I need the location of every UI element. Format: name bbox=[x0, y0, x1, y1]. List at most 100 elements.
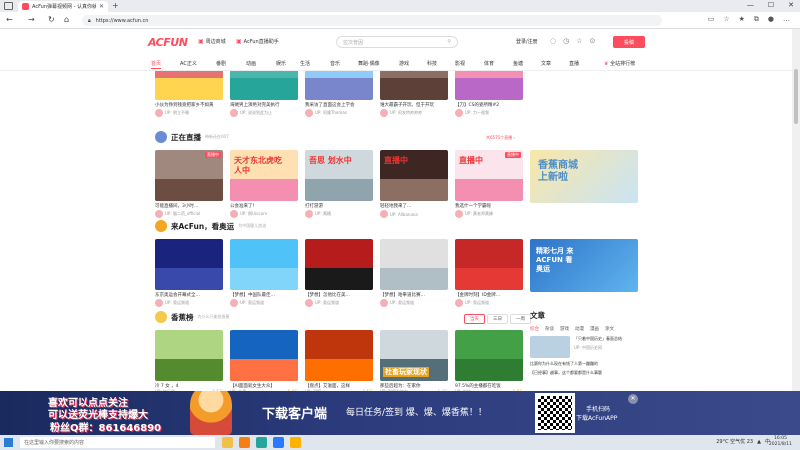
video-title[interactable]: 公会准来了！ bbox=[230, 203, 298, 209]
tab-three-days[interactable]: 三日 bbox=[487, 314, 508, 324]
collections-icon[interactable]: ⧉ bbox=[754, 15, 759, 24]
category-tab[interactable]: 科技 bbox=[427, 60, 437, 67]
category-tab[interactable]: 舞蹈·偶像 bbox=[358, 60, 380, 67]
shop-link[interactable]: ▣ 周边商城 bbox=[198, 38, 226, 45]
acfun-logo[interactable]: ACFUN bbox=[148, 36, 188, 49]
maximize-button[interactable]: ☐ bbox=[768, 1, 774, 9]
taskbar-search[interactable]: 在这里输入你要搜索的内容 bbox=[20, 437, 215, 448]
category-tab[interactable]: 体育 bbox=[484, 60, 494, 67]
olympic-card[interactable]: 【梦想】跆拳道比赛… UP: 奥运频道 bbox=[380, 239, 448, 307]
close-banner-icon[interactable]: ✕ bbox=[628, 394, 638, 404]
video-title[interactable]: 东京奥运会开幕式全… bbox=[155, 292, 223, 298]
history-icon[interactable]: ◷ bbox=[563, 37, 569, 45]
category-tab[interactable]: 影视 bbox=[455, 60, 465, 67]
ranking-card[interactable]: 【AI面面就女生大众】UP: 木漫6.4万 bbox=[230, 330, 298, 391]
minimize-button[interactable]: — bbox=[747, 1, 754, 9]
video-title[interactable]: 小伙为挣到钱竟把家乡不如黄 bbox=[155, 102, 223, 108]
olympic-card[interactable]: 【金牌时刻】ID金牌… UP: 奥运频道 bbox=[455, 239, 523, 307]
category-tab[interactable]: 鱼塘 bbox=[513, 60, 523, 67]
video-card[interactable]: 谁大最霸子开玩、但于开玩 UP: 阿发特帅帅帅 bbox=[380, 71, 448, 117]
more-icon[interactable]: … bbox=[783, 15, 790, 24]
live-card[interactable]: 直播中 轻轻地我来了… UP: Allbanana bbox=[380, 150, 448, 218]
uploader[interactable]: UP: 黄老师黄蜂 bbox=[455, 210, 523, 218]
mall-banner[interactable]: 香蕉商城 上新啦 bbox=[530, 150, 638, 203]
category-tab[interactable]: AC正义 bbox=[180, 60, 197, 67]
clock[interactable]: 16:05 2021/8/11 bbox=[769, 436, 792, 448]
refresh-icon[interactable]: ↻ bbox=[48, 15, 55, 24]
category-tab[interactable]: 文章 bbox=[541, 60, 551, 67]
uploader[interactable]: UP: 奥运频道 bbox=[380, 299, 448, 307]
article-tab[interactable]: 游戏 bbox=[560, 326, 569, 332]
uploader[interactable]: UP: 阿隆Thomas bbox=[305, 109, 373, 117]
uploader[interactable]: UP: 奥运频道 bbox=[155, 299, 223, 307]
uploader[interactable]: UP: 猫二药_official bbox=[155, 210, 223, 218]
reader-icon[interactable]: ▭ bbox=[708, 15, 715, 24]
login-link[interactable]: 登录/注册 bbox=[516, 38, 538, 45]
video-title[interactable]: 【刀】CS的姿所精#2 bbox=[455, 102, 523, 108]
message-icon[interactable]: ◌ bbox=[550, 37, 556, 45]
article-tab[interactable]: 综合 bbox=[530, 326, 539, 332]
ranking-card[interactable]: 社畜玩家现状那些后超为：在家你UP: 观察有能力1.2万 bbox=[380, 330, 448, 391]
tab-week[interactable]: 一周 bbox=[510, 314, 531, 324]
video-title[interactable]: 海贼男上演绝对完美执行 bbox=[230, 102, 298, 108]
video-card[interactable]: 【刀】CS的姿所精#2 UP: 力一视频 bbox=[455, 71, 523, 117]
ranking-card[interactable]: 冷 7 女 ，4UP: 快乐的6.5万 bbox=[155, 330, 223, 391]
search-icon[interactable]: ⚲ bbox=[447, 39, 451, 45]
favorite-star-icon[interactable]: ☆ bbox=[723, 15, 729, 24]
favorites-icon[interactable]: ★ bbox=[739, 15, 745, 24]
video-card[interactable]: 小伙为挣到钱竟把家乡不如黄 UP: 倒立不睡 bbox=[155, 71, 223, 117]
live-card[interactable]: 天才东北虎吃人中 公会准来了！ UP: 倒Unicorn bbox=[230, 150, 298, 218]
category-tab[interactable]: 直播 bbox=[569, 60, 579, 67]
category-tab[interactable]: 娱乐 bbox=[276, 60, 286, 67]
uploader[interactable]: UP: 倒立不睡 bbox=[155, 109, 223, 117]
article-featured[interactable]: 「只着中国历史」春面总结 UP: 中国历史网 bbox=[530, 336, 640, 358]
edge-icon[interactable] bbox=[273, 437, 284, 448]
network-icon[interactable]: ▲ bbox=[757, 439, 761, 445]
video-title[interactable]: 【梦想】跆拳道比赛… bbox=[380, 292, 448, 298]
back-icon[interactable]: ← bbox=[6, 15, 13, 24]
olympic-banner[interactable]: 精彩七月 来ACFUN 看奥运 bbox=[530, 239, 638, 292]
windows-start-icon[interactable] bbox=[4, 438, 13, 447]
video-title[interactable]: 可能直播间，3小时… bbox=[155, 203, 223, 209]
article-tab[interactable]: 动漫 bbox=[575, 326, 584, 332]
post-button[interactable]: 投稿 bbox=[613, 36, 645, 48]
olympic-card[interactable]: 【梦想】怎他比在美… UP: 奥运频道 bbox=[305, 239, 373, 307]
home-icon[interactable]: ⌂ bbox=[64, 15, 69, 24]
ranking-card[interactable]: 97.5%的主播都在吃饭UP: 别纳1.0万 bbox=[455, 330, 523, 391]
close-tab-icon[interactable]: ✕ bbox=[99, 3, 104, 10]
upload-icon[interactable]: ⊙ bbox=[590, 37, 596, 45]
live-more-link[interactable]: 共6575个直播 › bbox=[486, 135, 515, 141]
browser-tab[interactable]: AcFun弹幕视频网 - 认真你就输啦 ✕ bbox=[18, 1, 108, 12]
forward-icon[interactable]: → bbox=[28, 15, 35, 24]
video-title[interactable]: 谁大最霸子开玩、但于开玩 bbox=[380, 102, 448, 108]
video-title[interactable]: 【梦想】怎他比在美… bbox=[305, 292, 373, 298]
page-scrollbar[interactable] bbox=[792, 29, 800, 391]
uploader[interactable]: UP: 倒Unicorn bbox=[230, 210, 298, 218]
tab-today[interactable]: 当天 bbox=[464, 314, 485, 324]
file-explorer-icon[interactable] bbox=[222, 437, 233, 448]
uploader[interactable]: UP: 说说到此为止 bbox=[230, 109, 298, 117]
category-tab[interactable]: 动画 bbox=[246, 60, 256, 67]
article-line[interactable]: 【已经事】越事，这个都要都是什么事题 bbox=[530, 370, 640, 376]
live-card[interactable]: 直播中 直播中 我选什一个学霸呢 UP: 黄老师黄蜂 bbox=[455, 150, 523, 218]
category-tab[interactable]: 首页 bbox=[151, 60, 162, 69]
uploader[interactable]: UP: 奥运频道 bbox=[305, 299, 373, 307]
live-card[interactable]: 直播中 可能直播间，3小时… UP: 猫二药_official bbox=[155, 150, 223, 218]
download-client-title[interactable]: 下载客户端 bbox=[262, 403, 327, 422]
new-tab-icon[interactable]: + bbox=[112, 1, 119, 10]
ranking-card[interactable]: 【盘点】艾滋面，这样UP: 灵狐1.5万 bbox=[305, 330, 373, 391]
article-line[interactable]: 比赛你为什么现在有钱了人第一蹦蹦的 bbox=[530, 361, 640, 367]
tab-actions-icon[interactable] bbox=[4, 2, 13, 10]
category-tab[interactable]: 生活 bbox=[300, 60, 310, 67]
search-input[interactable]: 拉次普因 ⚲ bbox=[336, 36, 458, 48]
scrollbar-thumb[interactable] bbox=[794, 69, 798, 124]
category-tab[interactable]: 音乐 bbox=[330, 60, 340, 67]
live-card[interactable]: 吾思 划水中 打打游游 UP: 黄橘 bbox=[305, 150, 373, 218]
olympic-card[interactable]: 东京奥运会开幕式全… UP: 奥运频道 bbox=[155, 239, 223, 307]
video-title[interactable]: 我采访了直面这会上学会 bbox=[305, 102, 373, 108]
uploader[interactable]: UP: 黄橘 bbox=[305, 210, 373, 218]
favorites-star-icon[interactable]: ☆ bbox=[576, 37, 582, 45]
ranking-link[interactable]: ♛ 全站排行榜 bbox=[604, 60, 635, 67]
app-icon[interactable] bbox=[256, 437, 267, 448]
uploader[interactable]: UP: 阿发特帅帅帅 bbox=[380, 109, 448, 117]
